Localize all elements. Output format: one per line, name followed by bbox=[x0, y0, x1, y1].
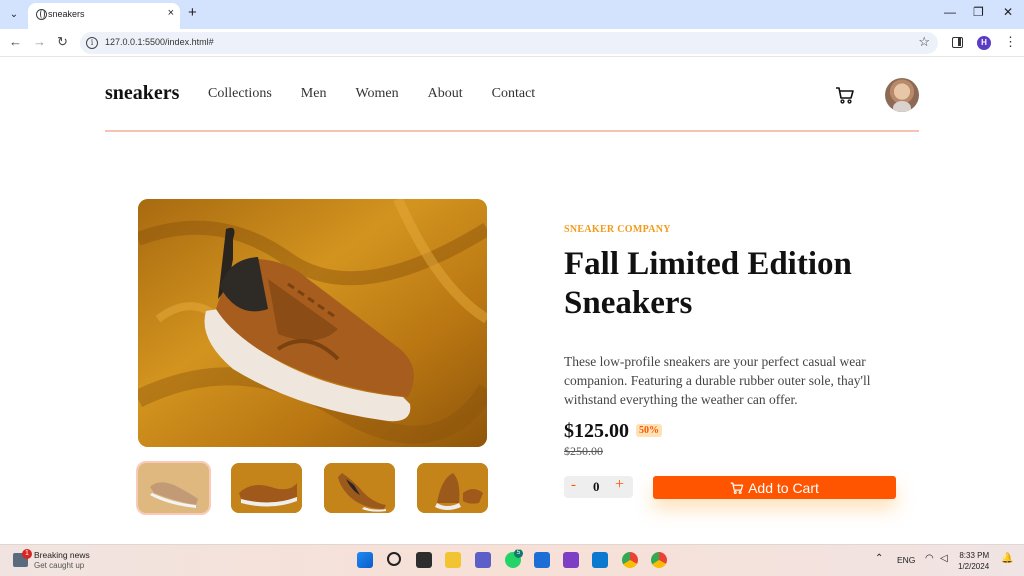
chrome-profile-icon[interactable] bbox=[651, 552, 667, 568]
address-bar[interactable]: i 127.0.0.1:5500/index.html# ☆ bbox=[80, 32, 938, 54]
visual-studio-icon[interactable] bbox=[563, 552, 579, 568]
header-divider bbox=[105, 130, 919, 132]
product-main-image[interactable] bbox=[138, 199, 487, 447]
sneaker-photo bbox=[138, 199, 487, 447]
product-description: These low-profile sneakers are your perf… bbox=[564, 354, 871, 407]
nav-contact[interactable]: Contact bbox=[492, 86, 536, 102]
task-view-icon[interactable] bbox=[416, 552, 432, 568]
vscode-icon[interactable] bbox=[592, 552, 608, 568]
quantity-stepper: - 0 + bbox=[564, 476, 633, 498]
thumbnail-1-image bbox=[138, 463, 209, 513]
whatsapp-badge: 5 bbox=[514, 549, 523, 558]
clock-time: 8:33 PM bbox=[959, 551, 990, 560]
new-tab-button[interactable]: + bbox=[188, 4, 197, 21]
volume-icon[interactable]: ◁ bbox=[940, 553, 948, 564]
browser-tab-bar: ⌄ sneakers × + — ❐ ✕ bbox=[0, 0, 1024, 29]
quantity-value: 0 bbox=[593, 479, 600, 494]
site-logo[interactable]: sneakers bbox=[105, 82, 179, 105]
add-to-cart-button[interactable]: Add to Cart bbox=[653, 476, 896, 499]
main-nav: Collections Men Women About Contact bbox=[208, 86, 564, 102]
nav-about[interactable]: About bbox=[428, 86, 463, 102]
increase-quantity-button[interactable]: + bbox=[615, 476, 624, 494]
news-widget-title[interactable]: Breaking news bbox=[34, 550, 90, 560]
side-panel-icon[interactable] bbox=[952, 37, 963, 48]
search-icon[interactable] bbox=[387, 552, 401, 566]
add-to-cart-label: Add to Cart bbox=[748, 479, 819, 496]
current-price: $125.00 bbox=[564, 420, 629, 442]
nav-women[interactable]: Women bbox=[355, 86, 398, 102]
thumbnail-2[interactable] bbox=[231, 463, 302, 513]
thumbnail-4-image bbox=[417, 463, 488, 513]
tab-title: sneakers bbox=[48, 9, 85, 19]
windows-taskbar: 1 Breaking news Get caught up 5 ⌃ ENG ◠ … bbox=[0, 544, 1024, 576]
thumbnail-3[interactable] bbox=[324, 463, 395, 513]
browser-toolbar: ← → ↻ i 127.0.0.1:5500/index.html# ☆ H ⋮ bbox=[0, 29, 1024, 57]
file-explorer-icon[interactable] bbox=[445, 552, 461, 568]
url-text[interactable]: 127.0.0.1:5500/index.html# bbox=[105, 37, 214, 47]
chrome-icon[interactable] bbox=[622, 552, 638, 568]
discount-badge: 50% bbox=[636, 424, 662, 437]
company-name: SNEAKER COMPANY bbox=[564, 224, 671, 235]
start-menu-icon[interactable] bbox=[357, 552, 373, 568]
product-title: Fall Limited Edition Sneakers bbox=[564, 246, 852, 321]
news-widget-subtitle[interactable]: Get caught up bbox=[34, 561, 84, 570]
decrease-quantity-button[interactable]: - bbox=[571, 477, 576, 494]
tab-close-icon[interactable]: × bbox=[168, 7, 174, 19]
nav-men[interactable]: Men bbox=[301, 86, 327, 102]
tab-search-chevron-icon[interactable]: ⌄ bbox=[6, 6, 22, 22]
thumbnail-3-image bbox=[324, 463, 395, 513]
notification-bell-icon[interactable]: 🔔 bbox=[1001, 553, 1013, 564]
cart-icon[interactable] bbox=[835, 85, 855, 105]
page-content: sneakers Collections Men Women About Con… bbox=[0, 57, 1024, 544]
profile-avatar[interactable]: H bbox=[977, 36, 991, 50]
clock-date: 1/2/2024 bbox=[958, 562, 990, 571]
globe-icon bbox=[36, 9, 47, 20]
site-info-icon[interactable]: i bbox=[86, 37, 98, 49]
forward-arrow-icon[interactable]: → bbox=[33, 34, 46, 49]
window-restore-button[interactable]: ❐ bbox=[973, 5, 984, 19]
window-minimize-button[interactable]: — bbox=[944, 5, 956, 19]
user-avatar[interactable] bbox=[885, 78, 919, 112]
store-icon[interactable] bbox=[534, 552, 550, 568]
original-price: $250.00 bbox=[564, 444, 603, 458]
teams-icon[interactable] bbox=[475, 552, 491, 568]
browser-menu-icon[interactable]: ⋮ bbox=[1004, 34, 1017, 50]
language-indicator[interactable]: ENG bbox=[897, 555, 915, 565]
tray-overflow-chevron-icon[interactable]: ⌃ bbox=[875, 553, 883, 564]
thumbnail-4[interactable] bbox=[417, 463, 488, 513]
thumbnail-2-image bbox=[231, 463, 302, 513]
thumbnail-1[interactable] bbox=[136, 461, 211, 515]
news-badge: 1 bbox=[22, 549, 32, 559]
browser-tab[interactable]: sneakers × bbox=[28, 3, 180, 29]
window-close-button[interactable]: ✕ bbox=[1003, 5, 1013, 19]
nav-collections[interactable]: Collections bbox=[208, 86, 272, 102]
wifi-icon[interactable]: ◠ bbox=[925, 553, 934, 564]
cart-icon bbox=[730, 481, 744, 494]
system-clock[interactable]: 8:33 PM 1/2/2024 bbox=[958, 550, 989, 572]
bookmark-star-icon[interactable]: ☆ bbox=[918, 34, 930, 50]
back-arrow-icon[interactable]: ← bbox=[9, 34, 22, 49]
reload-icon[interactable]: ↻ bbox=[57, 34, 68, 50]
